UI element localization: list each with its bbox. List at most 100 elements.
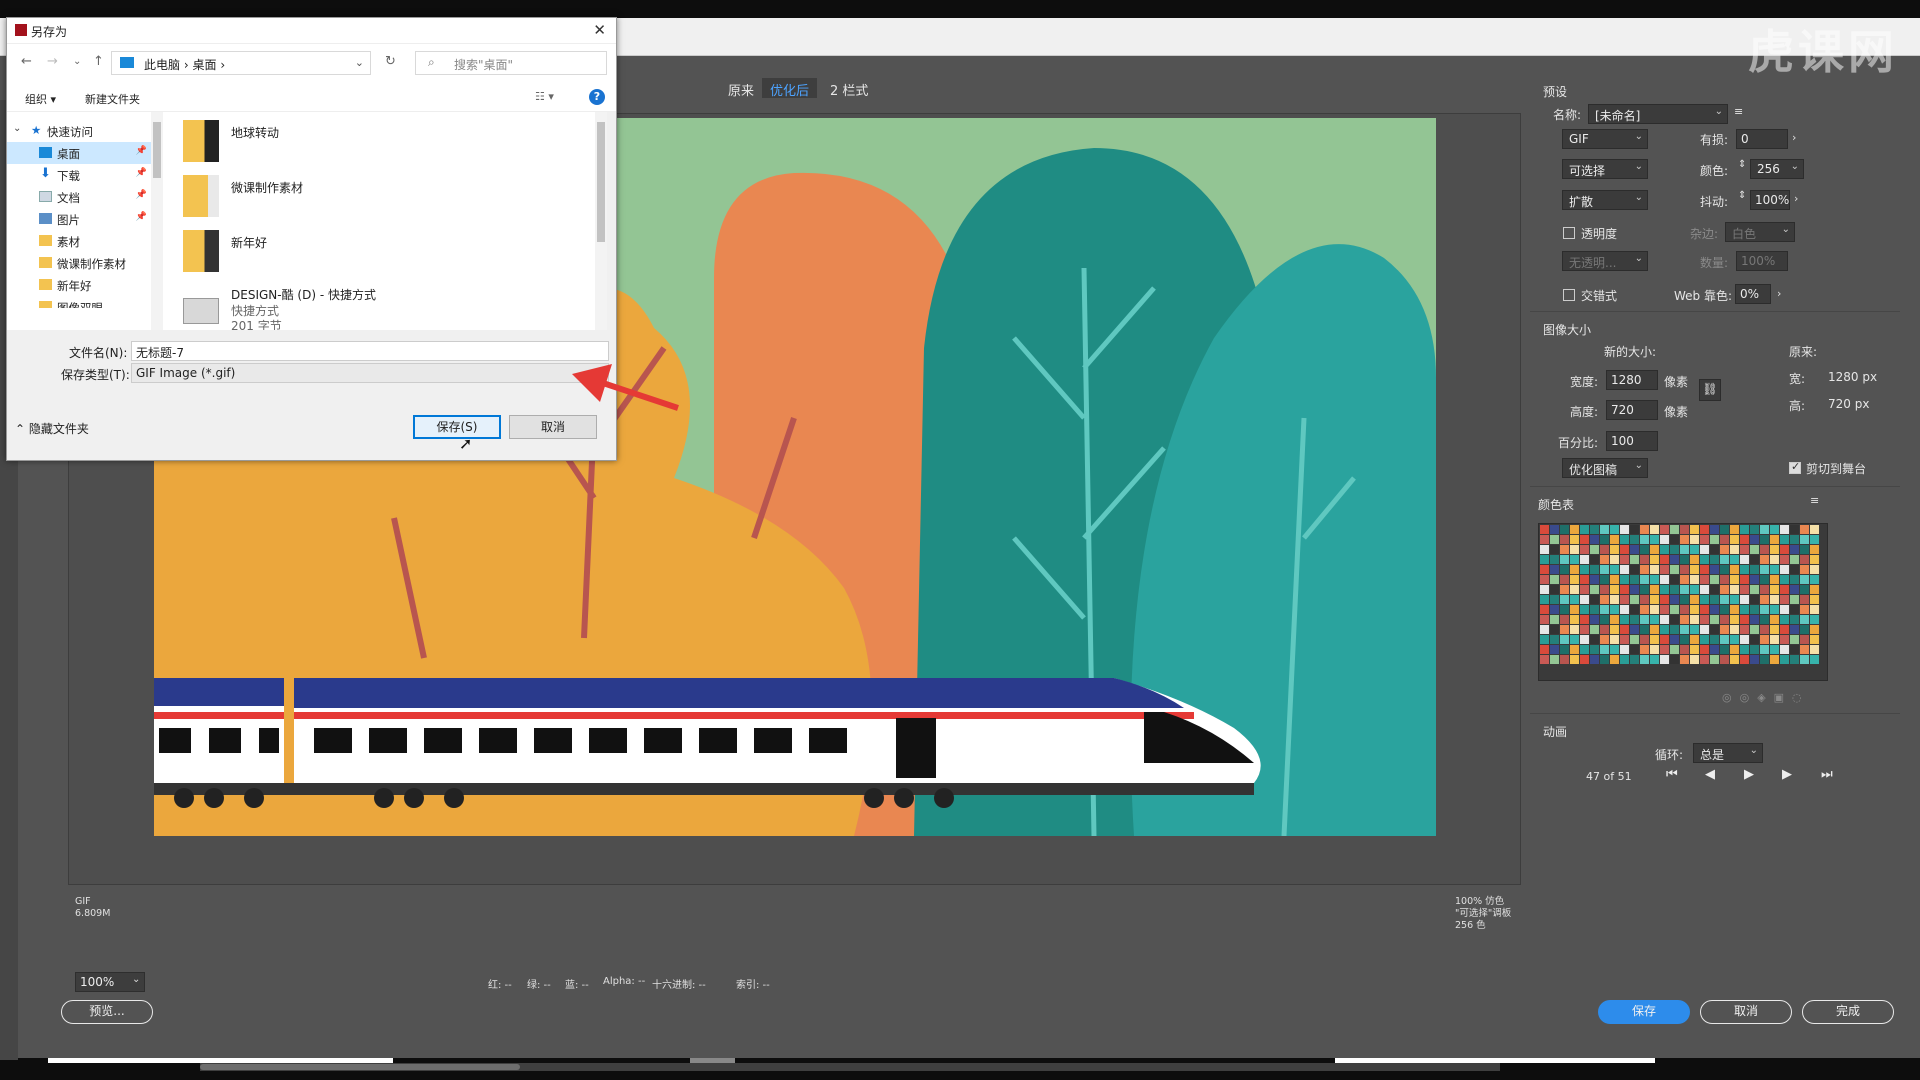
color-swatch[interactable] — [1730, 575, 1739, 584]
color-swatch[interactable] — [1630, 545, 1639, 554]
color-swatch[interactable] — [1610, 565, 1619, 574]
color-swatch[interactable] — [1670, 625, 1679, 634]
file-list-scrollbar[interactable] — [595, 112, 607, 330]
color-swatch[interactable] — [1620, 645, 1629, 654]
color-swatch[interactable] — [1690, 535, 1699, 544]
color-swatch[interactable] — [1680, 575, 1689, 584]
color-swatch[interactable] — [1550, 615, 1559, 624]
stepper-icon[interactable]: ⇕ — [1738, 190, 1746, 201]
color-swatch[interactable] — [1570, 635, 1579, 644]
color-swatch[interactable] — [1770, 605, 1779, 614]
color-swatch[interactable] — [1660, 585, 1669, 594]
color-swatch[interactable] — [1800, 655, 1809, 664]
color-swatch[interactable] — [1780, 635, 1789, 644]
file-item[interactable]: DESIGN-酷 (D) - 快捷方式 快捷方式 201 字节 — [183, 286, 483, 330]
color-swatch[interactable] — [1570, 545, 1579, 554]
color-swatch[interactable] — [1650, 605, 1659, 614]
color-swatch[interactable] — [1750, 655, 1759, 664]
color-swatch[interactable] — [1600, 535, 1609, 544]
color-swatch[interactable] — [1580, 635, 1589, 644]
organize-button[interactable]: 组织 ▾ — [25, 91, 56, 107]
color-swatch[interactable] — [1610, 545, 1619, 554]
color-swatch[interactable] — [1540, 625, 1549, 634]
color-swatch[interactable] — [1710, 655, 1719, 664]
chevron-right-icon[interactable]: › — [1794, 192, 1798, 205]
color-swatch[interactable] — [1610, 525, 1619, 534]
color-swatch[interactable] — [1550, 635, 1559, 644]
color-swatch[interactable] — [1700, 645, 1709, 654]
color-swatch[interactable] — [1660, 655, 1669, 664]
color-swatch[interactable] — [1540, 655, 1549, 664]
color-swatch[interactable] — [1650, 655, 1659, 664]
color-swatch[interactable] — [1630, 575, 1639, 584]
tree-item-desktop[interactable]: 桌面 📌 — [7, 142, 151, 164]
color-swatch[interactable] — [1670, 545, 1679, 554]
chevron-down-icon[interactable]: ⌄ — [13, 123, 21, 134]
color-swatch[interactable] — [1600, 565, 1609, 574]
color-swatch[interactable] — [1570, 585, 1579, 594]
color-swatch[interactable] — [1790, 575, 1799, 584]
color-swatch[interactable] — [1560, 525, 1569, 534]
color-swatch[interactable] — [1740, 635, 1749, 644]
color-swatch[interactable] — [1690, 525, 1699, 534]
color-swatch[interactable] — [1540, 605, 1549, 614]
color-swatch[interactable] — [1680, 645, 1689, 654]
color-swatch[interactable] — [1780, 555, 1789, 564]
color-swatch[interactable] — [1780, 525, 1789, 534]
color-swatch[interactable] — [1580, 615, 1589, 624]
color-swatch[interactable] — [1740, 595, 1749, 604]
chevron-right-icon[interactable]: › — [1792, 131, 1796, 144]
color-swatch[interactable] — [1810, 545, 1819, 554]
color-swatch[interactable] — [1570, 575, 1579, 584]
color-swatch[interactable] — [1760, 625, 1769, 634]
color-swatch[interactable] — [1620, 585, 1629, 594]
tree-item-documents[interactable]: 文档 📌 — [7, 186, 151, 208]
color-swatch[interactable] — [1540, 585, 1549, 594]
color-swatch[interactable] — [1780, 575, 1789, 584]
color-swatch[interactable] — [1550, 575, 1559, 584]
filetype-select[interactable]: GIF Image (*.gif) — [131, 363, 609, 383]
color-swatch[interactable] — [1720, 655, 1729, 664]
color-swatch[interactable] — [1770, 635, 1779, 644]
color-swatch[interactable] — [1790, 615, 1799, 624]
color-swatch[interactable] — [1580, 585, 1589, 594]
web-snap-input[interactable]: 0% — [1735, 284, 1771, 304]
color-swatch[interactable] — [1600, 525, 1609, 534]
color-swatch[interactable] — [1770, 615, 1779, 624]
color-swatch[interactable] — [1620, 535, 1629, 544]
color-swatch[interactable] — [1750, 595, 1759, 604]
help-icon[interactable]: ? — [589, 89, 605, 105]
amount-input[interactable]: 100% — [1736, 251, 1788, 271]
tab-optimized[interactable]: 优化后 — [762, 78, 818, 99]
transparency-checkbox[interactable] — [1563, 227, 1575, 239]
color-swatch[interactable] — [1590, 575, 1599, 584]
color-swatch[interactable] — [1580, 545, 1589, 554]
color-swatch[interactable] — [1580, 645, 1589, 654]
preset-select[interactable]: [未命名] ⌄ — [1588, 104, 1728, 124]
link-icon[interactable]: ⛓ — [1699, 379, 1721, 401]
color-swatch[interactable] — [1560, 575, 1569, 584]
color-swatch[interactable] — [1650, 585, 1659, 594]
color-swatch[interactable] — [1700, 615, 1709, 624]
color-swatch[interactable] — [1780, 545, 1789, 554]
preview-button[interactable]: 预览... — [61, 1000, 153, 1024]
color-swatch[interactable] — [1810, 585, 1819, 594]
color-swatch[interactable] — [1660, 575, 1669, 584]
color-swatch[interactable] — [1800, 585, 1809, 594]
color-swatch[interactable] — [1690, 555, 1699, 564]
color-swatch[interactable] — [1680, 535, 1689, 544]
color-swatch[interactable] — [1650, 635, 1659, 644]
clip-to-stage-checkbox[interactable] — [1789, 460, 1801, 474]
color-swatch[interactable] — [1690, 645, 1699, 654]
color-swatch[interactable] — [1660, 555, 1669, 564]
color-swatch[interactable] — [1800, 525, 1809, 534]
color-swatch[interactable] — [1750, 525, 1759, 534]
color-swatch[interactable] — [1700, 575, 1709, 584]
color-swatch[interactable] — [1760, 535, 1769, 544]
color-swatch[interactable] — [1640, 585, 1649, 594]
tree-item-folder[interactable]: 微课制作素材 — [7, 252, 151, 274]
color-swatch[interactable] — [1590, 525, 1599, 534]
color-swatch[interactable] — [1740, 645, 1749, 654]
reduction-select[interactable]: 可选择 ⌄ — [1562, 159, 1648, 179]
color-swatch[interactable] — [1690, 575, 1699, 584]
